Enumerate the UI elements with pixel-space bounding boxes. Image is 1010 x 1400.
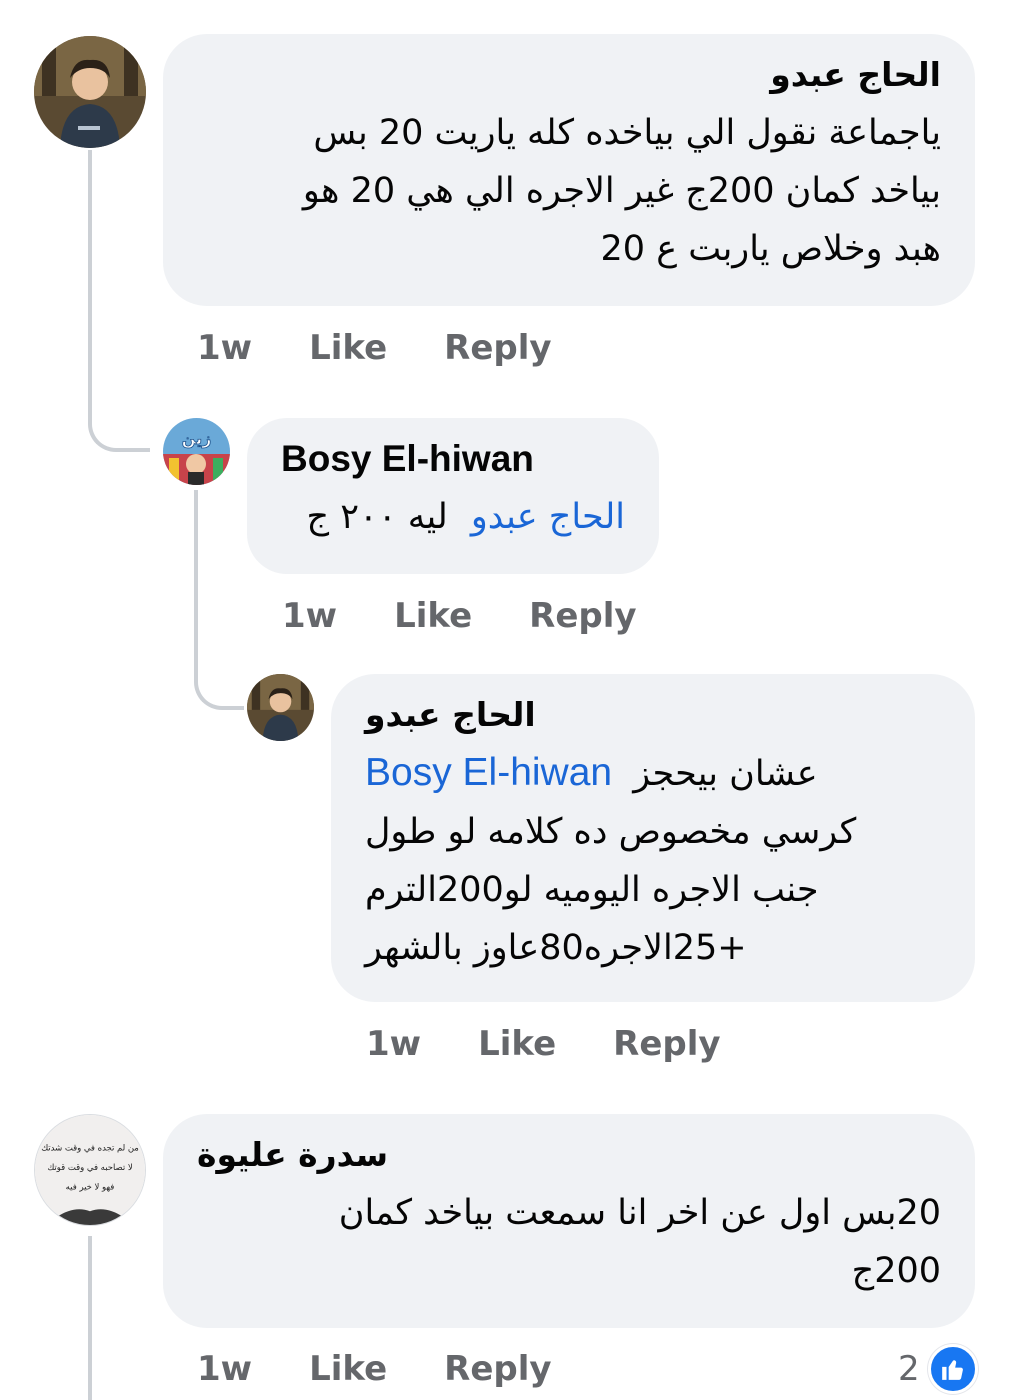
comment-text-line: +25الاجره80عاوز بالشهر [365,928,747,968]
like-button[interactable]: Like [394,594,472,638]
avatar-quote-line: من لم تجده في وقت شدتك [41,1142,139,1152]
comment-text-line: 20بس اول عن اخر انا سمعت بياخد كمان [338,1193,941,1233]
comment-bubble: Bosy El-hiwan الحاج عبدو ليه ٢٠٠ ج [247,418,659,574]
comment-author[interactable]: سدرة عليوة [197,1134,388,1176]
comment-text-content: عشان بيحجز [633,754,818,794]
comment-text-line: Bosy El-hiwan عشان بيحجز [365,744,941,803]
comment-author[interactable]: الحاج عبدو [197,54,941,96]
comment-text: الحاج عبدو ليه ٢٠٠ ج [281,488,625,546]
thread-connector [194,490,244,710]
comment-text-line: ياجماعة نقول الي بياخده كله ياريت 20 بس [313,113,941,153]
reaction-summary[interactable]: 2 [898,1344,978,1394]
comment-bubble: الحاج عبدو ياجماعة نقول الي بياخده كله ي… [163,34,975,306]
thumbs-up-icon [927,1344,978,1394]
comment-actions: 1w Like Reply [197,1347,552,1391]
comment-bubble: سدرة عليوة 20بس اول عن اخر انا سمعت بياخ… [163,1114,975,1328]
comment-text-line: جنب الاجره اليوميه لو200الترم [365,870,819,910]
comment-actions: 1w Like Reply [197,326,552,370]
like-button[interactable]: Like [309,1347,387,1391]
reply-button[interactable]: Reply [613,1022,720,1066]
avatar-quote-line: لا تصاحبه في وقت قوتك [47,1162,132,1172]
comments-thread: الحاج عبدو ياجماعة نقول الي بياخده كله ي… [0,0,1010,1400]
comment-text-line: هبد وخلاص ياربت ع 20 [600,229,941,269]
timestamp[interactable]: 1w [197,1347,252,1391]
comment-author[interactable]: Bosy El-hiwan [281,438,625,480]
reply-button[interactable]: Reply [444,326,551,370]
timestamp[interactable]: 1w [366,1022,421,1066]
avatar[interactable]: من لم تجده في وقت شدتك لا تصاحبه في وقت … [34,1114,146,1226]
thread-connector [88,1236,92,1400]
avatar-quote-line: فهو لا خير فيه [66,1182,115,1192]
avatar[interactable]: زين [163,418,230,485]
comment-actions: 1w Like Reply [282,594,637,638]
comment-actions: 1w Like Reply [366,1022,721,1066]
avatar[interactable] [247,674,314,741]
timestamp[interactable]: 1w [282,594,337,638]
thread-connector [88,150,150,452]
comment-bubble: الحاج عبدو Bosy El-hiwan عشان بيحجز كرسي… [331,674,975,1002]
mention-link[interactable]: Bosy El-hiwan [365,751,612,794]
comment-text-content: ليه ٢٠٠ ج [306,497,448,537]
timestamp[interactable]: 1w [197,326,252,370]
like-button[interactable]: Like [478,1022,556,1066]
reply-button[interactable]: Reply [444,1347,551,1391]
comment-text-line: بياخد كمان 200ج غير الاجره الي هي 20 هو [302,171,941,211]
reaction-count: 2 [898,1349,920,1389]
mention-link[interactable]: الحاج عبدو [471,497,625,537]
comment-author[interactable]: الحاج عبدو [365,694,536,736]
avatar[interactable] [34,36,146,148]
like-button[interactable]: Like [309,326,387,370]
reply-button[interactable]: Reply [529,594,636,638]
comment-text-line: كرسي مخصوص ده كلامه لو طول [365,812,857,852]
comment-text-line: 200ج [851,1251,941,1291]
avatar-logo-text: زين [182,429,212,448]
